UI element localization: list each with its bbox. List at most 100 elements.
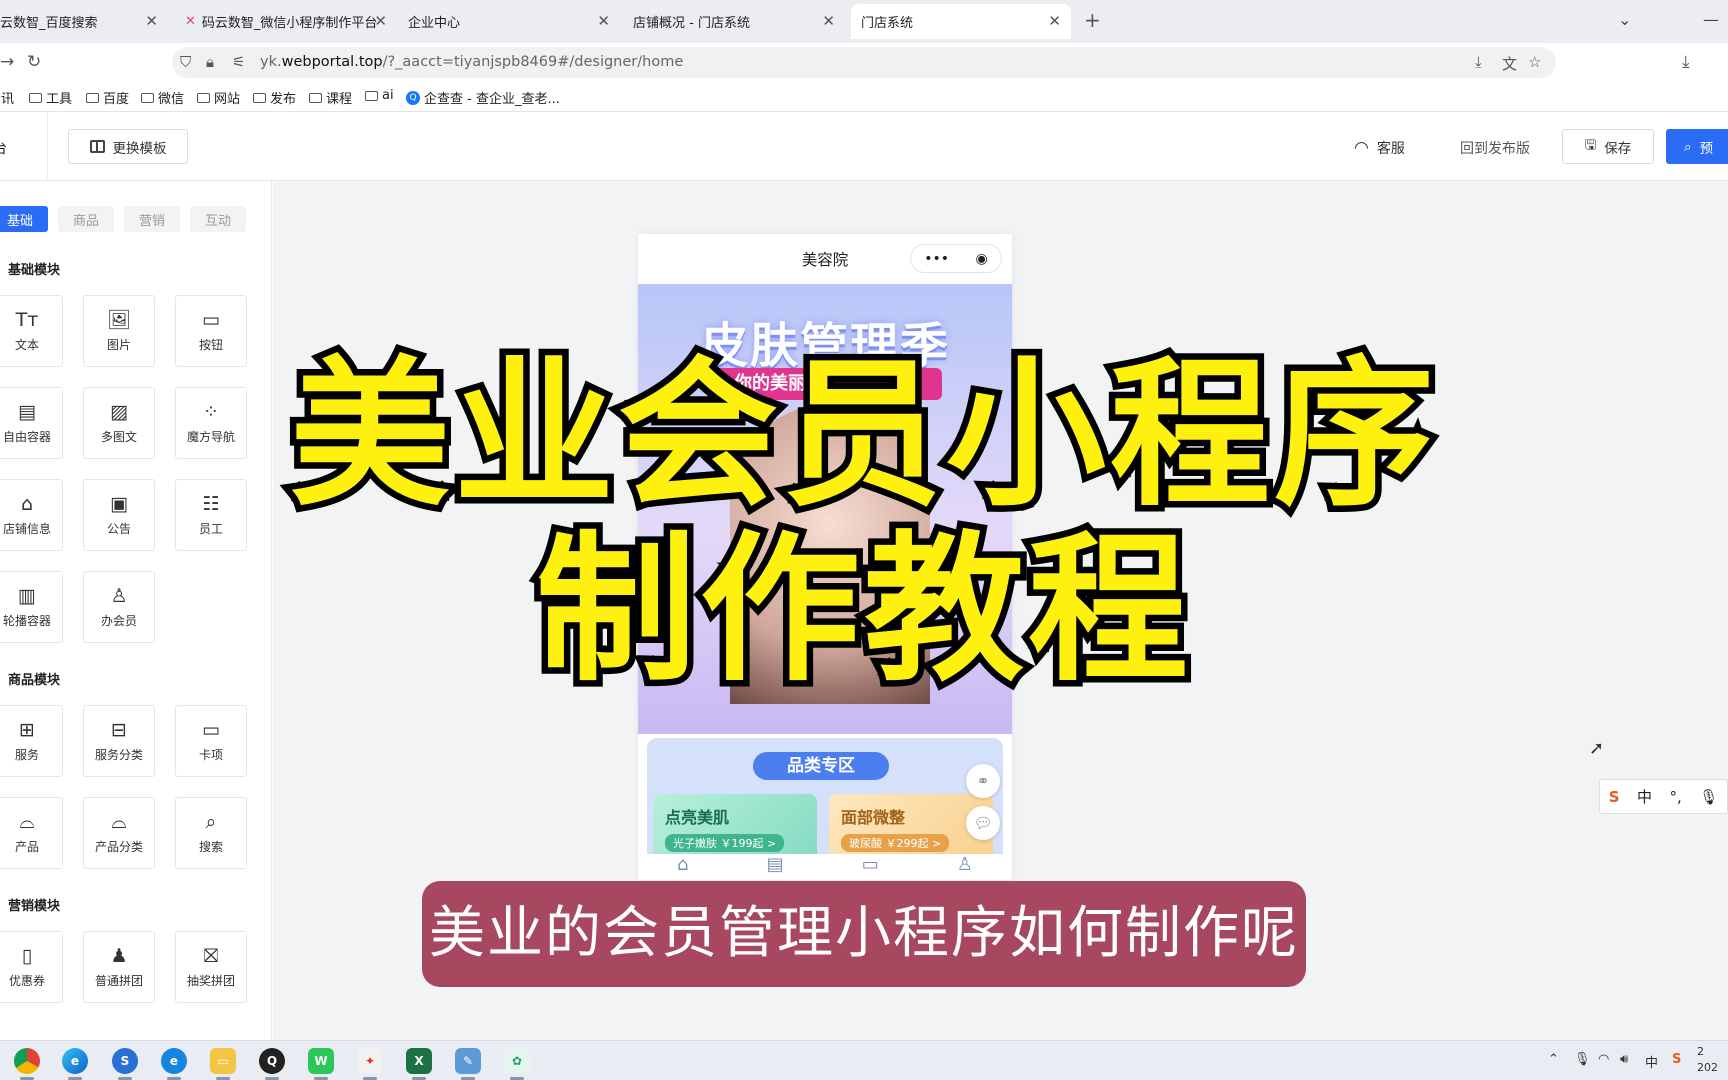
tray-wifi-icon[interactable]: ◠ [1598, 1052, 1609, 1067]
tab-label: 店铺概况 - 门店系统 [633, 16, 750, 31]
component-group-buy[interactable]: ♟ 普通拼团 [83, 931, 155, 1003]
app-flower-icon[interactable]: ✿ [504, 1048, 530, 1080]
close-icon[interactable]: ✕ [374, 12, 387, 30]
tab-marketing[interactable]: 营销 [124, 206, 180, 232]
close-icon[interactable]: ✕ [822, 12, 835, 30]
tab-label: 云数智_百度搜索 [0, 16, 98, 31]
tab-goods[interactable]: 商品 [58, 206, 114, 232]
tray-volume-icon[interactable]: 🔊︎ [1620, 1052, 1628, 1067]
forward-icon[interactable]: → [0, 52, 14, 72]
bookmark-baidu[interactable]: 百度 [86, 88, 129, 107]
component-search[interactable]: ⌕ 搜索 [175, 797, 247, 869]
apps-icon: ⊞ [19, 718, 35, 741]
overlay-headline-line1: 美业会员小程序 [283, 338, 1440, 531]
close-icon[interactable]: ✕ [597, 12, 610, 30]
group-icon: ♟ [110, 944, 128, 967]
search-icon: ⌕ [205, 810, 217, 833]
chrome-icon[interactable] [14, 1048, 40, 1080]
component-coupon[interactable]: ▯ 优惠券 [0, 931, 63, 1003]
tray-sogou-icon[interactable]: S [1672, 1052, 1681, 1067]
excel-icon[interactable]: X [406, 1048, 432, 1080]
miniprogram-capsule: ••• ◉ [910, 244, 1002, 273]
preview-button[interactable]: ⌕ 预 [1666, 129, 1728, 164]
tray-clock-date[interactable]: 202 [1697, 1061, 1718, 1074]
bookmark-tools[interactable]: 工具 [29, 88, 72, 107]
component-service-category[interactable]: ⊟ 服务分类 [83, 705, 155, 777]
chat-icon[interactable]: 💬︎ [966, 806, 1000, 840]
tray-microphone-icon[interactable]: 🎙︎ [1574, 1052, 1591, 1067]
card-icon: ▭ [202, 718, 220, 741]
folder-icon [141, 92, 154, 103]
tab-store-system[interactable]: 门店系统 ✕ [851, 4, 1071, 39]
qq-icon[interactable]: Q [259, 1048, 285, 1080]
customer-service-button[interactable]: ◠ 客服 [1354, 138, 1405, 158]
url-bar[interactable]: ⛉ 🔒︎ ⚟ yk.webportal.top/?_aacct=tiyanjsp… [172, 47, 1556, 78]
star-icon[interactable]: ☆ [1528, 53, 1541, 71]
category-zone-title: 品类专区 [753, 752, 889, 780]
home-icon[interactable]: ⌂ [677, 854, 688, 880]
close-icon[interactable]: ✕ [145, 12, 158, 30]
back-to-published-button[interactable]: 回到发布版 [1460, 138, 1530, 158]
browser-e-icon[interactable]: e [161, 1048, 187, 1080]
ime-toolbar[interactable]: S 中 °, 🎙︎ [1599, 779, 1728, 814]
capcut-icon[interactable]: ✦ [357, 1048, 383, 1080]
site-settings-icon[interactable]: ⚟ [232, 53, 245, 71]
minimize-icon[interactable]: — [1703, 10, 1719, 29]
tab-list-chevron-icon[interactable]: ⌄ [1618, 10, 1631, 29]
qichacha-icon: Q [406, 90, 420, 105]
bookmark-ai[interactable]: ai [365, 88, 394, 103]
new-tab-icon[interactable]: + [1084, 8, 1101, 32]
change-template-button[interactable]: 更换模板 [68, 129, 188, 164]
reload-icon[interactable]: ↻ [27, 52, 41, 72]
bookmark-wechat[interactable]: 微信 [141, 88, 184, 107]
bookmark-qichacha[interactable]: Q 企查查 - 查企业_查老... [406, 88, 560, 107]
tab-label: 门店系统 [861, 16, 914, 31]
folder-icon [197, 92, 210, 103]
header-title-fragment: 台 [0, 138, 7, 158]
shield-icon[interactable]: ⛉ [180, 53, 191, 71]
bookmark-websites[interactable]: 网站 [197, 88, 240, 107]
bag-category-icon: ⌓ [111, 810, 127, 833]
tab-basic[interactable]: 基础 [0, 206, 48, 232]
close-icon[interactable]: ✕ [1048, 12, 1061, 30]
tab-enterprise-center[interactable]: 企业中心 ✕ [398, 4, 620, 39]
ime-language[interactable]: 中 [1637, 786, 1652, 807]
tray-chevron-up-icon[interactable]: ⌃ [1548, 1052, 1559, 1067]
folder-icon [309, 92, 322, 103]
tab-baidu-search[interactable]: 云数智_百度搜索 ✕ [0, 4, 168, 39]
sogou-browser-icon[interactable]: S [112, 1048, 138, 1080]
bookmark-publish[interactable]: 发布 [253, 88, 296, 107]
component-lottery-group[interactable]: ⛝ 抽奖拼团 [175, 931, 247, 1003]
windows-taskbar: e S e ▭ Q W ✦ X ✎ ✿ ⌃ 🎙︎ ◠ 🔊︎ 中 S 2 202 [0, 1040, 1728, 1080]
component-product[interactable]: ⌓ 产品 [0, 797, 63, 869]
profile-icon[interactable]: ♙ [957, 854, 973, 880]
wechat-icon[interactable]: W [308, 1048, 334, 1080]
tray-clock-time[interactable]: 2 [1697, 1045, 1704, 1058]
folder-icon [253, 92, 266, 103]
component-card-item[interactable]: ▭ 卡项 [175, 705, 247, 777]
file-explorer-icon[interactable]: ▭ [210, 1048, 236, 1080]
translate-icon[interactable]: 文 [1502, 53, 1517, 74]
component-product-category[interactable]: ⌓ 产品分类 [83, 797, 155, 869]
booking-icon[interactable]: ▤ [767, 854, 784, 880]
component-service[interactable]: ⊞ 服务 [0, 705, 63, 777]
tab-mayun-platform[interactable]: ✕ 码云数智_微信小程序制作平台 ✕ [175, 4, 397, 39]
edge-icon[interactable]: e [62, 1048, 88, 1080]
microphone-icon[interactable]: 🎙︎ [1699, 788, 1718, 806]
tab-interaction[interactable]: 互动 [190, 206, 246, 232]
url-text[interactable]: yk.webportal.top/?_aacct=tiyanjspb8469#/… [260, 54, 683, 70]
ime-punctuation[interactable]: °, [1669, 788, 1681, 806]
tray-input-language[interactable]: 中 [1645, 1052, 1658, 1071]
notepad-icon[interactable]: ✎ [455, 1048, 481, 1080]
download-icon[interactable]: ⤓ [1682, 52, 1690, 72]
save-button[interactable]: 🖫︎ 保存 [1562, 129, 1654, 164]
install-app-icon[interactable]: ⤓ [1475, 53, 1482, 71]
store-icon[interactable]: ▭ [862, 854, 879, 880]
bookmark-news[interactable]: 资讯 [0, 88, 14, 107]
tab-store-overview[interactable]: 店铺概况 - 门店系统 ✕ [623, 4, 845, 39]
lock-icon[interactable]: 🔒︎ [206, 53, 214, 71]
link-icon[interactable]: ⚭ [966, 764, 1000, 798]
browser-tab-bar: 云数智_百度搜索 ✕ ✕ 码云数智_微信小程序制作平台 ✕ 企业中心 ✕ 店铺概… [0, 0, 1728, 43]
bookmark-courses[interactable]: 课程 [309, 88, 352, 107]
folder-icon [365, 90, 378, 101]
